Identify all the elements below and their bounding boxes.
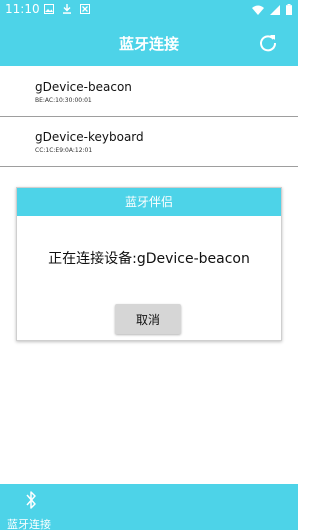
connecting-dialog: 蓝牙伴侣 正在连接设备:gDevice-beacon 取消 — [16, 187, 282, 341]
wifi-icon — [252, 5, 264, 15]
device-list-item[interactable]: gDevice-keyboard CC:1C:E9:0A:12:01 — [0, 117, 298, 167]
signal-icon — [270, 4, 280, 15]
blocked-icon — [80, 4, 90, 14]
device-mac: CC:1C:E9:0A:12:01 — [35, 147, 93, 154]
device-name: gDevice-beacon — [35, 80, 132, 94]
image-icon — [44, 4, 54, 14]
status-time: 11:10 — [5, 2, 40, 16]
page-title: 蓝牙连接 — [118, 35, 179, 53]
bluetooth-icon — [26, 491, 36, 509]
download-icon — [63, 4, 71, 14]
refresh-icon[interactable] — [258, 33, 278, 53]
device-list-item[interactable]: gDevice-beacon BE:AC:10:30:00:01 — [0, 67, 298, 117]
status-bar: 11:10 — [0, 0, 298, 20]
dialog-title: 蓝牙伴侣 — [17, 188, 281, 216]
app-bar: 蓝牙连接 — [0, 20, 298, 66]
cancel-button[interactable]: 取消 — [115, 304, 181, 334]
battery-icon — [286, 4, 292, 15]
device-name: gDevice-keyboard — [35, 130, 144, 144]
bottom-nav: 蓝牙连接 — [0, 484, 298, 531]
dialog-message: 正在连接设备:gDevice-beacon — [48, 251, 250, 267]
device-mac: BE:AC:10:30:00:01 — [35, 97, 92, 104]
